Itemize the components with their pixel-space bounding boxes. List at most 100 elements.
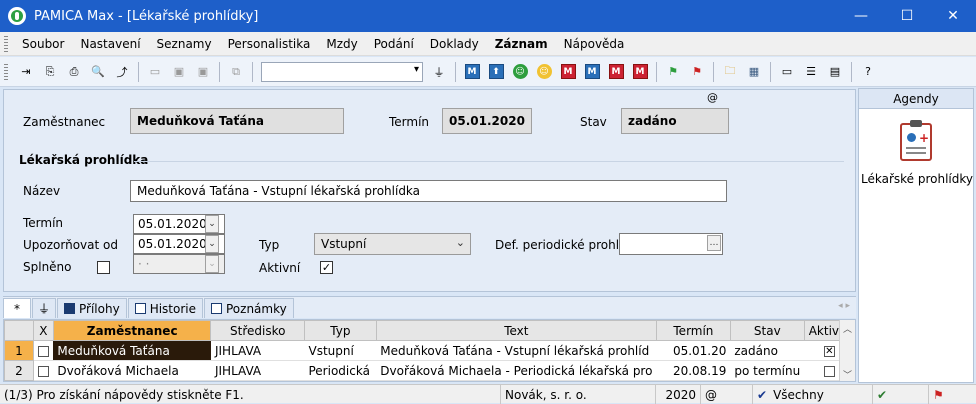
type-select[interactable]: Vstupní ⌄ bbox=[314, 233, 471, 255]
tab-historie[interactable]: Historie bbox=[127, 298, 203, 318]
cell-state[interactable]: po termínu bbox=[730, 360, 805, 381]
person-icon[interactable]: ⬆ bbox=[486, 62, 506, 82]
agenda-title: Agendy bbox=[859, 89, 973, 109]
active-checkbox[interactable]: ✕ bbox=[823, 345, 835, 357]
comment-icon[interactable]: ▭ bbox=[777, 62, 797, 82]
col-type[interactable]: Typ bbox=[303, 320, 377, 341]
menu-personalistika[interactable]: Personalistika bbox=[220, 37, 319, 51]
menu-napoveda[interactable]: Nápověda bbox=[556, 37, 633, 51]
col-x[interactable]: X bbox=[32, 320, 54, 341]
cancel-icon[interactable]: ▣ bbox=[193, 62, 213, 82]
tab-filter[interactable]: ⏚ bbox=[32, 298, 56, 318]
cell-employee[interactable]: Meduňková Taťána bbox=[53, 340, 211, 361]
chevron-down-icon[interactable]: ﹀ bbox=[843, 368, 852, 381]
name-label: Název bbox=[23, 184, 61, 198]
active-checkbox[interactable]: ✓ bbox=[320, 261, 333, 274]
export-icon[interactable]: ⤴ bbox=[112, 62, 132, 82]
cell-state[interactable]: zadáno bbox=[730, 340, 805, 361]
attachment-icon bbox=[64, 303, 75, 314]
menu-doklady[interactable]: Doklady bbox=[422, 37, 487, 51]
col-term[interactable]: Termín bbox=[655, 320, 731, 341]
done-dropdown-button[interactable]: ⌄ bbox=[205, 255, 219, 273]
grid-scrollbar[interactable]: ︿ ﹀ bbox=[839, 320, 855, 381]
m-red-icon[interactable]: M bbox=[558, 62, 578, 82]
def-periodic-label: Def. periodické prohl. bbox=[495, 238, 623, 252]
search-combo[interactable] bbox=[261, 61, 423, 82]
copy-record-icon[interactable]: ⎘ bbox=[40, 62, 60, 82]
menu-mzdy[interactable]: Mzdy bbox=[318, 37, 365, 51]
preview-icon[interactable]: 🔍 bbox=[88, 62, 108, 82]
check-icon: ✔ bbox=[757, 387, 768, 402]
print-icon[interactable]: ⎙ bbox=[64, 62, 84, 82]
m-blue-icon[interactable]: M bbox=[582, 62, 602, 82]
status-at: @ bbox=[700, 385, 752, 404]
cell-text[interactable]: Meduňková Taťána - Vstupní lékařská proh… bbox=[376, 340, 657, 361]
toolbar-grip-icon bbox=[4, 63, 8, 80]
row-checkbox[interactable] bbox=[37, 365, 49, 377]
close-button[interactable]: ✕ bbox=[930, 0, 976, 32]
row-select-cell[interactable] bbox=[33, 340, 54, 361]
new-record-icon[interactable]: ⇥ bbox=[16, 62, 36, 82]
menu-seznamy[interactable]: Seznamy bbox=[149, 37, 220, 51]
notify-dropdown-button[interactable]: ⌄ bbox=[205, 235, 219, 253]
toolbar-separator bbox=[455, 61, 456, 82]
toolbar-separator bbox=[219, 61, 220, 82]
col-text[interactable]: Text bbox=[375, 320, 657, 341]
status-filter[interactable]: ✔ Všechny bbox=[752, 385, 872, 404]
table-row[interactable]: 2 Dvořáková Michaela JIHLAVA Periodická … bbox=[4, 360, 855, 381]
cell-text[interactable]: Dvořáková Michaela - Periodická lékařská… bbox=[376, 360, 657, 381]
toolbar: ⇥ ⎘ ⎙ 🔍 ⤴ ▭ ▣ ▣ ⧉ ⏚ M ⬆ ☺ ☺ M M M M ⚑ ⚑ … bbox=[0, 57, 976, 87]
menu-grip-icon bbox=[4, 35, 8, 52]
def-periodic-picker-button[interactable]: … bbox=[707, 235, 721, 251]
flag-green-icon[interactable]: ⚑ bbox=[663, 62, 683, 82]
cell-term[interactable]: 05.01.20 bbox=[656, 340, 731, 361]
cell-center[interactable]: JIHLAVA bbox=[210, 340, 305, 361]
menu-podani[interactable]: Podání bbox=[366, 37, 422, 51]
cell-type[interactable]: Vstupní bbox=[304, 340, 377, 361]
list-icon[interactable]: ☰ bbox=[801, 62, 821, 82]
yellow-person-icon[interactable]: ☺ bbox=[534, 62, 554, 82]
green-person-icon[interactable]: ☺ bbox=[510, 62, 530, 82]
col-center[interactable]: Středisko bbox=[210, 320, 305, 341]
flag-red-icon[interactable]: ⚑ bbox=[687, 62, 707, 82]
cell-employee[interactable]: Dvořáková Michaela bbox=[53, 360, 211, 381]
cell-term[interactable]: 20.08.19 bbox=[656, 360, 731, 381]
calculator-icon[interactable]: ▦ bbox=[744, 62, 764, 82]
row-select-cell[interactable] bbox=[33, 360, 54, 381]
medical-clipboard-icon[interactable]: + bbox=[900, 120, 932, 161]
row-checkbox[interactable] bbox=[37, 345, 49, 357]
menu-nastaveni[interactable]: Nastavení bbox=[72, 37, 148, 51]
chevron-up-icon[interactable]: ︿ bbox=[843, 322, 852, 335]
col-state[interactable]: Stav bbox=[729, 320, 805, 341]
folder-icon[interactable]: 🗀 bbox=[720, 62, 740, 82]
done-checkbox[interactable] bbox=[97, 261, 110, 274]
notes-icon bbox=[211, 303, 222, 314]
doc-icon[interactable]: ▭ bbox=[145, 62, 165, 82]
agenda-item-label[interactable]: Lékařské prohlídky bbox=[859, 172, 975, 186]
paste-icon[interactable]: ⧉ bbox=[226, 62, 246, 82]
tab-prilohy[interactable]: Přílohy bbox=[57, 298, 127, 318]
filter-icon[interactable]: ⏚ bbox=[429, 62, 449, 82]
minimize-button[interactable]: — bbox=[838, 0, 884, 32]
tab-poznamky[interactable]: Poznámky bbox=[204, 298, 294, 318]
active-checkbox[interactable] bbox=[823, 365, 835, 377]
m-red3-icon[interactable]: M bbox=[630, 62, 650, 82]
save-icon[interactable]: ▣ bbox=[169, 62, 189, 82]
menu-soubor[interactable]: Soubor bbox=[14, 37, 72, 51]
table-row[interactable]: 1 Meduňková Taťána JIHLAVA Vstupní Meduň… bbox=[4, 340, 855, 361]
col-employee[interactable]: Zaměstnanec bbox=[52, 320, 212, 341]
status-bar: (1/3) Pro získání nápovědy stiskněte F1.… bbox=[0, 384, 976, 404]
m-red2-icon[interactable]: M bbox=[606, 62, 626, 82]
term2-dropdown-button[interactable]: ⌄ bbox=[205, 215, 219, 233]
maximize-button[interactable]: ☐ bbox=[884, 0, 930, 32]
row-number: 2 bbox=[4, 360, 34, 381]
m-icon[interactable]: M bbox=[462, 62, 482, 82]
name-input[interactable]: Meduňková Taťána - Vstupní lékařská proh… bbox=[130, 180, 727, 202]
cell-center[interactable]: JIHLAVA bbox=[210, 360, 305, 381]
help-icon[interactable]: ? bbox=[858, 62, 878, 82]
menu-zaznam[interactable]: Záznam bbox=[487, 37, 556, 51]
tab-all[interactable]: * bbox=[3, 298, 31, 318]
cell-type[interactable]: Periodická bbox=[304, 360, 377, 381]
report-icon[interactable]: ▤ bbox=[825, 62, 845, 82]
tab-scroll-arrows-icon[interactable]: ◂ ▸ bbox=[838, 301, 850, 311]
